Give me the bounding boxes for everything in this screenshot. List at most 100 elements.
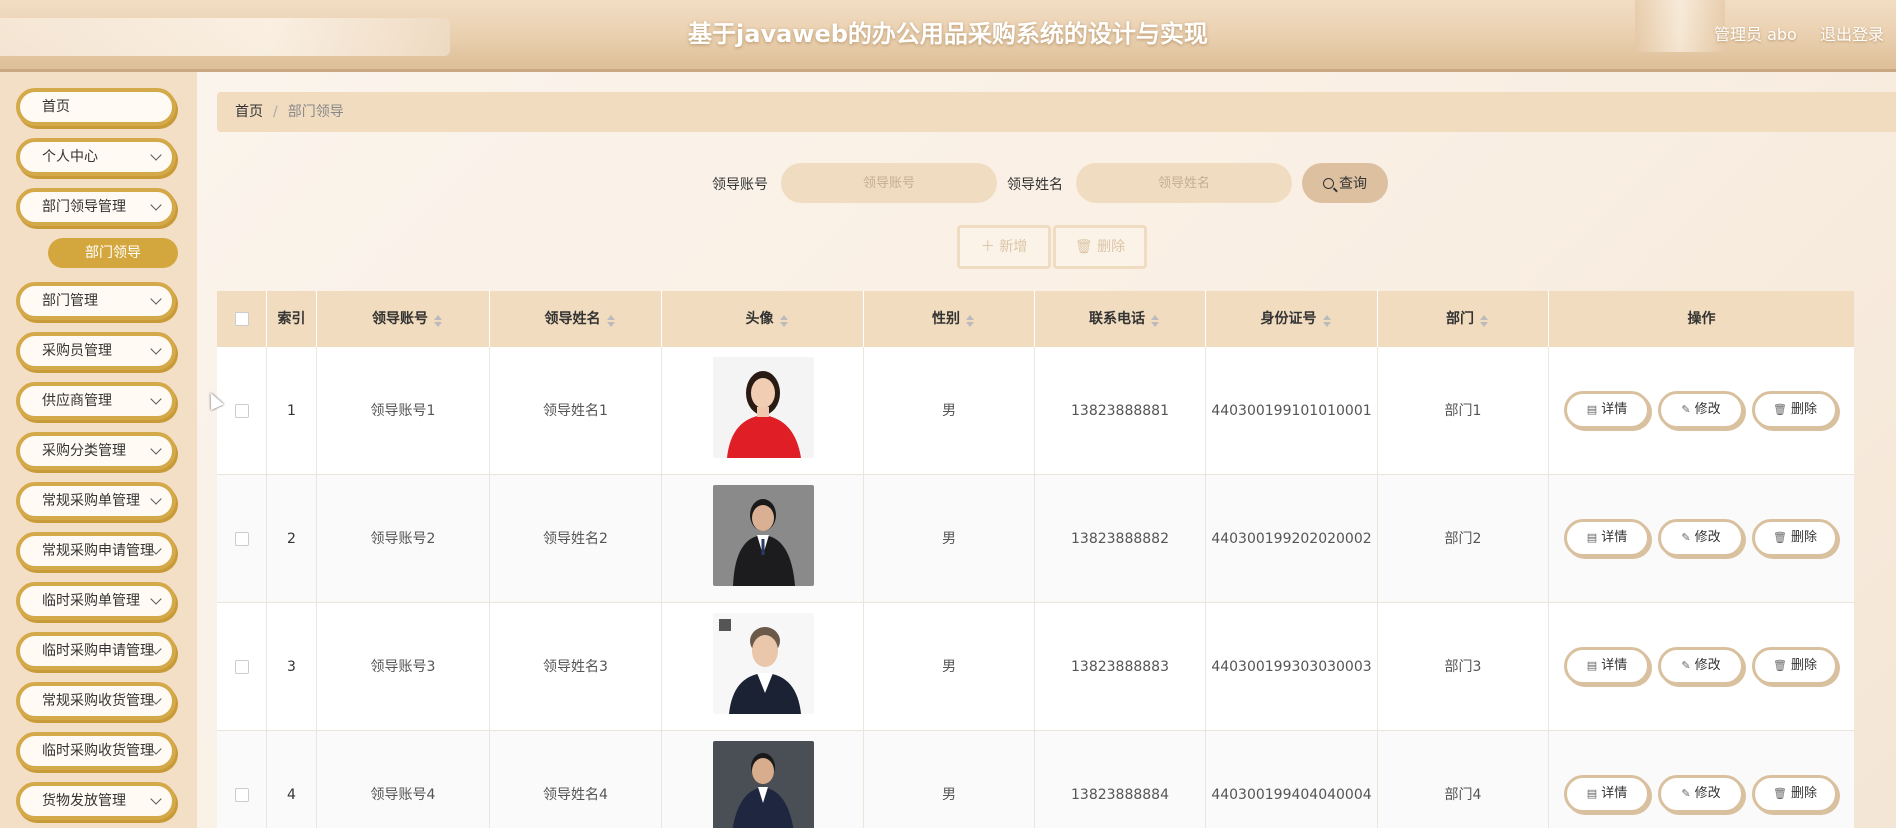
trash-icon: 🗑 [1773,403,1787,416]
delete-button[interactable]: 🗑 删除 [1752,775,1838,813]
row-actions: ▤ 详情 ✎ 修改 🗑 删除 [1549,731,1854,828]
column-header-avatar[interactable]: 头像 [662,291,864,347]
sidebar-item-home[interactable]: 首页 [16,88,176,126]
app-title: 基于javaweb的办公用品采购系统的设计与实现 [688,20,1208,48]
sidebar-item-label: 货物发放管理 [42,793,126,809]
document-icon: ▤ [1586,787,1598,800]
add-button-label: 新增 [999,239,1028,255]
batch-delete-button[interactable]: 🗑 删除 [1053,225,1147,269]
avatar[interactable] [713,741,814,828]
detail-button[interactable]: ▤ 详情 [1564,775,1650,813]
row-account: 领导账号3 [317,603,490,731]
leader-table: 索引 领导账号 领导姓名 头像 性别 联系电话 身份证号 部门 操作 1 领导账… [217,291,1854,828]
table-row: 1 领导账号1 领导姓名1 男 13823888881 440300199101… [217,347,1854,475]
sidebar-item-leader-management[interactable]: 部门领导管理 [16,188,176,226]
column-header-account[interactable]: 领导账号 [317,291,490,347]
pencil-icon: ✎ [1681,787,1691,800]
edit-button-label: 修改 [1694,658,1721,673]
submenu-item-leader[interactable]: 部门领导 [48,238,178,268]
delete-button[interactable]: 🗑 删除 [1752,647,1838,685]
top-header: 基于javaweb的办公用品采购系统的设计与实现 管理员 abo 退出登录 [0,0,1896,72]
avatar[interactable] [713,357,814,458]
sidebar-item-label: 临时采购收货管理 [42,743,154,759]
row-dept: 部门1 [1378,347,1549,475]
column-header-label: 身份证号 [1260,311,1317,327]
row-avatar-cell [662,347,864,475]
delete-button-label: 删除 [1790,786,1817,801]
row-phone: 13823888883 [1035,603,1206,731]
sidebar-item-temp-request-management[interactable]: 临时采购申请管理 [16,632,176,670]
add-button[interactable]: ＋ 新增 [957,225,1051,269]
column-header-gender[interactable]: 性别 [864,291,1035,347]
detail-button[interactable]: ▤ 详情 [1564,647,1650,685]
row-dept: 部门4 [1378,731,1549,828]
row-checkbox[interactable] [235,532,249,546]
delete-button-label: 删除 [1790,658,1817,673]
row-gender: 男 [864,731,1035,828]
sidebar-item-supplier-management[interactable]: 供应商管理 [16,382,176,420]
column-header-label: 部门 [1446,311,1474,327]
row-phone: 13823888882 [1035,475,1206,603]
sidebar-item-personal-center[interactable]: 个人中心 [16,138,176,176]
table-row: 3 领导账号3 领导姓名3 男 13823888883 440300199303… [217,603,1854,731]
row-checkbox[interactable] [235,660,249,674]
column-header-id-card[interactable]: 身份证号 [1206,291,1378,347]
row-phone: 13823888881 [1035,347,1206,475]
sidebar-item-goods-distribution[interactable]: 货物发放管理 [16,782,176,820]
avatar[interactable] [713,613,814,714]
sidebar-item-buyer-management[interactable]: 采购员管理 [16,332,176,370]
delete-button[interactable]: 🗑 删除 [1752,519,1838,557]
edit-button-label: 修改 [1694,786,1721,801]
trash-icon: 🗑 [1074,239,1098,255]
column-header-label: 领导姓名 [544,311,601,327]
row-id-card: 440300199101010001 [1206,347,1378,475]
logout-link[interactable]: 退出登录 [1820,21,1884,45]
pencil-icon: ✎ [1681,403,1691,416]
table-row: 4 领导账号4 领导姓名4 男 13823888884 440300199404… [217,731,1854,828]
sidebar: 首页 个人中心 部门领导管理 部门领导 部门管理 采购员管理 供应商管理 采购分… [0,72,197,828]
row-actions: ▤ 详情 ✎ 修改 🗑 删除 [1549,603,1854,731]
sidebar-item-label: 首页 [42,99,70,115]
document-icon: ▤ [1586,659,1598,672]
sidebar-item-label: 供应商管理 [42,393,112,409]
delete-button[interactable]: 🗑 删除 [1752,391,1838,429]
sidebar-item-temp-order-management[interactable]: 临时采购单管理 [16,582,176,620]
sidebar-item-label: 常规采购单管理 [42,493,140,509]
detail-button[interactable]: ▤ 详情 [1564,391,1650,429]
query-button[interactable]: 查询 [1302,163,1388,203]
account-search-input[interactable] [781,163,997,203]
sidebar-item-label: 部门领导管理 [42,199,126,215]
sidebar-item-regular-request-management[interactable]: 常规采购申请管理 [16,532,176,570]
column-header-dept[interactable]: 部门 [1378,291,1549,347]
row-dept: 部门3 [1378,603,1549,731]
edit-button[interactable]: ✎ 修改 [1658,647,1744,685]
edit-button[interactable]: ✎ 修改 [1658,391,1744,429]
edit-button-label: 修改 [1694,530,1721,545]
sidebar-item-regular-order-management[interactable]: 常规采购单管理 [16,482,176,520]
pencil-icon: ✎ [1681,531,1691,544]
column-header-name[interactable]: 领导姓名 [490,291,662,347]
column-header-phone[interactable]: 联系电话 [1035,291,1206,347]
batch-delete-button-label: 删除 [1097,239,1126,255]
row-id-card: 440300199303030003 [1206,603,1378,731]
row-checkbox[interactable] [235,404,249,418]
row-id-card: 440300199202020002 [1206,475,1378,603]
chevron-down-icon [150,393,162,405]
row-checkbox[interactable] [235,788,249,802]
row-avatar-cell [662,603,864,731]
select-all-checkbox[interactable] [235,312,249,326]
sidebar-item-category-management[interactable]: 采购分类管理 [16,432,176,470]
edit-button[interactable]: ✎ 修改 [1658,775,1744,813]
edit-button-label: 修改 [1694,402,1721,417]
avatar[interactable] [713,485,814,586]
sidebar-item-regular-receipt-management[interactable]: 常规采购收货管理 [16,682,176,720]
detail-button[interactable]: ▤ 详情 [1564,519,1650,557]
chevron-down-icon [150,293,162,305]
chevron-down-icon [150,493,162,505]
sidebar-item-department-management[interactable]: 部门管理 [16,282,176,320]
row-gender: 男 [864,603,1035,731]
edit-button[interactable]: ✎ 修改 [1658,519,1744,557]
name-search-input[interactable] [1076,163,1292,203]
breadcrumb-home[interactable]: 首页 [235,104,263,120]
sidebar-item-temp-receipt-management[interactable]: 临时采购收货管理 [16,732,176,770]
